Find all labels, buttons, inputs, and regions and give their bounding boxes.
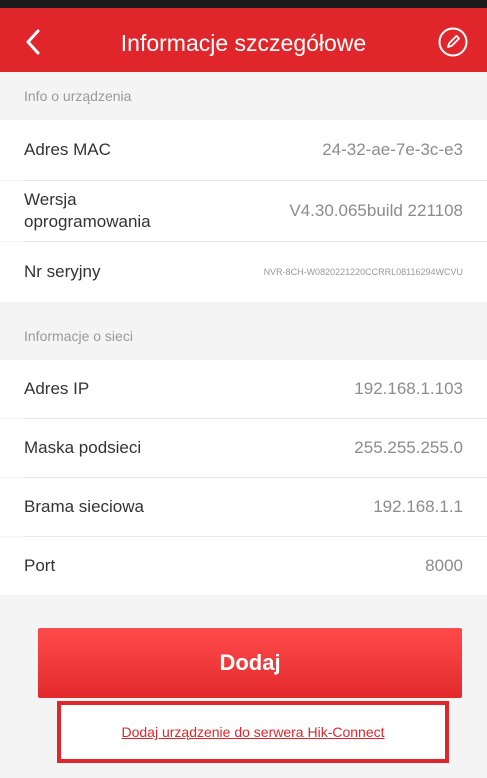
edit-pencil-icon[interactable]: [437, 26, 469, 58]
mac-address-row: Adres MAC 24-32-ae-7e-3c-e3: [0, 120, 487, 180]
mac-address-value: 24-32-ae-7e-3c-e3: [322, 140, 463, 159]
add-to-hik-connect-link[interactable]: Dodaj urządzenie do serwera Hik-Connect: [121, 724, 384, 740]
port-row: Port 8000: [0, 537, 487, 595]
ip-address-value: 192.168.1.103: [354, 379, 463, 398]
ip-address-label: Adres IP: [24, 379, 90, 398]
ip-address-row: Adres IP 192.168.1.103: [0, 360, 487, 418]
firmware-label-line1: Wersja: [24, 190, 77, 209]
firmware-version-label: Wersja oprogramowania: [24, 189, 151, 233]
serial-number-value: NVR-8CH-W0820221220CCRRL08116294WCVU: [263, 267, 463, 277]
network-info-section-header: Informacje o sieci: [0, 312, 487, 360]
subnet-mask-row: Maska podsieci 255.255.255.0: [0, 419, 487, 477]
mac-address-label: Adres MAC: [24, 140, 111, 159]
port-label: Port: [24, 556, 56, 575]
page-title: Informacje szczegółowe: [120, 30, 367, 56]
hik-connect-highlight-box: Dodaj urządzenie do serwera Hik-Connect: [57, 701, 449, 763]
gateway-value: 192.168.1.1: [373, 497, 463, 516]
subnet-mask-label: Maska podsieci: [24, 438, 142, 457]
subnet-mask-value: 255.255.255.0: [354, 438, 463, 457]
firmware-version-value: V4.30.065build 221108: [289, 201, 463, 220]
firmware-label-line2: oprogramowania: [24, 212, 151, 231]
gateway-label: Brama sieciowa: [24, 497, 144, 516]
serial-number-label: Nr seryjny: [24, 262, 101, 281]
port-value: 8000: [425, 556, 463, 575]
gateway-row: Brama sieciowa 192.168.1.1: [0, 478, 487, 536]
add-button[interactable]: Dodaj: [38, 628, 462, 698]
serial-number-row: Nr seryjny NVR-8CH-W0820221220CCRRL08116…: [0, 242, 487, 302]
firmware-version-row: Wersja oprogramowania V4.30.065build 221…: [0, 181, 487, 241]
device-info-section-header: Info o urządzenia: [0, 72, 487, 120]
top-bar: Informacje szczegółowe: [0, 0, 487, 72]
